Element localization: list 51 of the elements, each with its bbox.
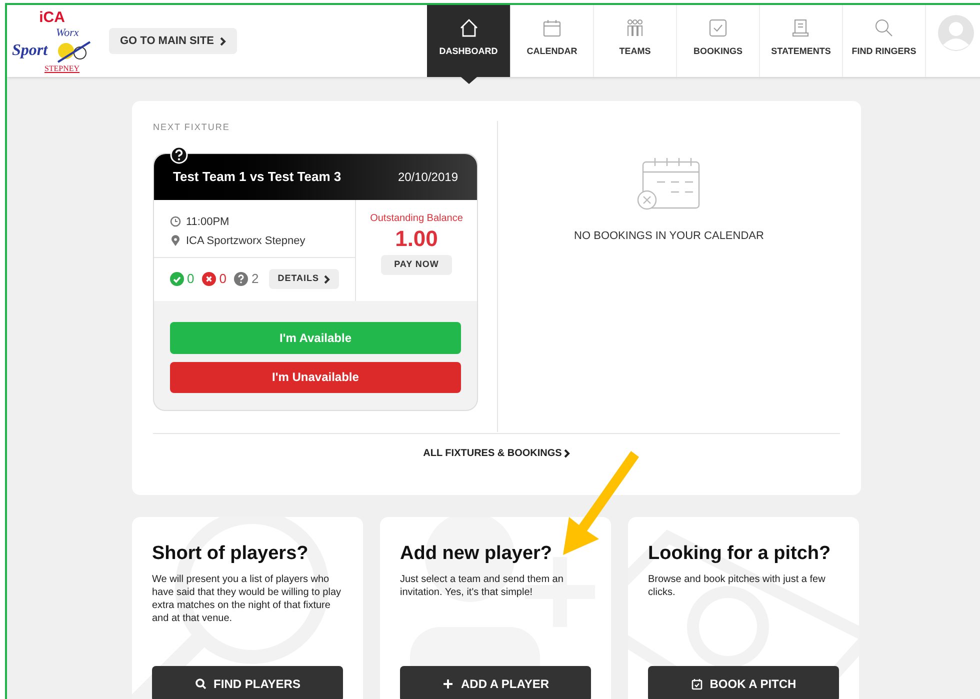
card-title: Add new player?	[400, 542, 554, 566]
logo-drawing: iCA Sport Worx STEPNEY	[7, 5, 97, 77]
chevron-icon	[324, 274, 330, 284]
calendar-check-icon	[690, 678, 703, 690]
location-pin-icon	[170, 235, 181, 248]
chevron-icon	[220, 36, 226, 46]
search-icon	[873, 17, 895, 39]
balance-label: Outstanding Balance	[370, 212, 463, 226]
all-fixtures-link[interactable]: ALL FIXTURES & BOOKINGS	[423, 446, 570, 461]
count-value: 0	[187, 270, 194, 288]
home-icon	[458, 17, 480, 39]
empty-calendar-message: NO BOOKINGS IN YOUR CALENDAR	[574, 229, 764, 244]
calendar-icon	[541, 17, 563, 39]
card-action-button[interactable]: FIND PLAYERS	[152, 666, 343, 699]
balance-amount: 1.00	[395, 226, 438, 252]
main-site-button[interactable]: GO TO MAIN SITE	[109, 28, 237, 54]
card-action-button[interactable]: ADD A PLAYER	[400, 666, 591, 699]
card-title: Looking for a pitch?	[648, 542, 832, 566]
fixture-venue: ICA Sportzworx Stepney	[186, 234, 306, 249]
card-description: Just select a team and send them an invitation. Yes, it's that simple!	[400, 573, 564, 599]
search-icon	[194, 678, 207, 690]
fixture-date: 20/10/2019	[398, 168, 458, 186]
check-circle-icon	[170, 272, 184, 286]
clock-icon	[170, 216, 181, 228]
fixture-time: 11:00PM	[186, 214, 230, 230]
nav-tab[interactable]: CALENDAR	[510, 5, 593, 77]
fixture-title: Test Team 1 vs Test Team 3	[173, 168, 342, 186]
card-action-button[interactable]: BOOK A PITCH	[648, 666, 839, 699]
checkbox-icon	[707, 17, 729, 39]
details-button[interactable]: DETAILS	[268, 269, 340, 289]
unavailable-button[interactable]: I'm Unavailable	[170, 362, 461, 392]
nav-tab[interactable]: STATEMENTS	[759, 5, 842, 77]
card-description: Browse and book pitches with just a few clicks.	[648, 573, 826, 599]
card-description: We will present you a list of players who have said that they would be willing to play extra matches on the night of that fixture and at that venue.	[152, 573, 342, 625]
pointer-icon	[461, 77, 477, 84]
question-circle-icon	[234, 272, 248, 286]
card-title: Short of players?	[152, 542, 310, 566]
avatar-icon[interactable]	[938, 15, 974, 51]
nav-tab[interactable]: FIND RINGERS	[842, 5, 925, 77]
nav-tab[interactable]: DASHBOARD	[427, 5, 510, 77]
section-label: NEXT FIXTURE	[153, 121, 231, 134]
nav-tab[interactable]: BOOKINGS	[676, 5, 759, 77]
calendar-icon	[637, 156, 701, 212]
pay-now-button[interactable]: PAY NOW	[381, 254, 452, 274]
nav-tab[interactable]: TEAMS	[593, 5, 676, 77]
cross-circle-icon	[202, 272, 216, 286]
count-value: 2	[251, 270, 259, 288]
count-value: 0	[219, 270, 226, 288]
plus-icon	[442, 678, 454, 690]
help-icon	[170, 146, 188, 164]
chevron-icon	[564, 449, 570, 458]
